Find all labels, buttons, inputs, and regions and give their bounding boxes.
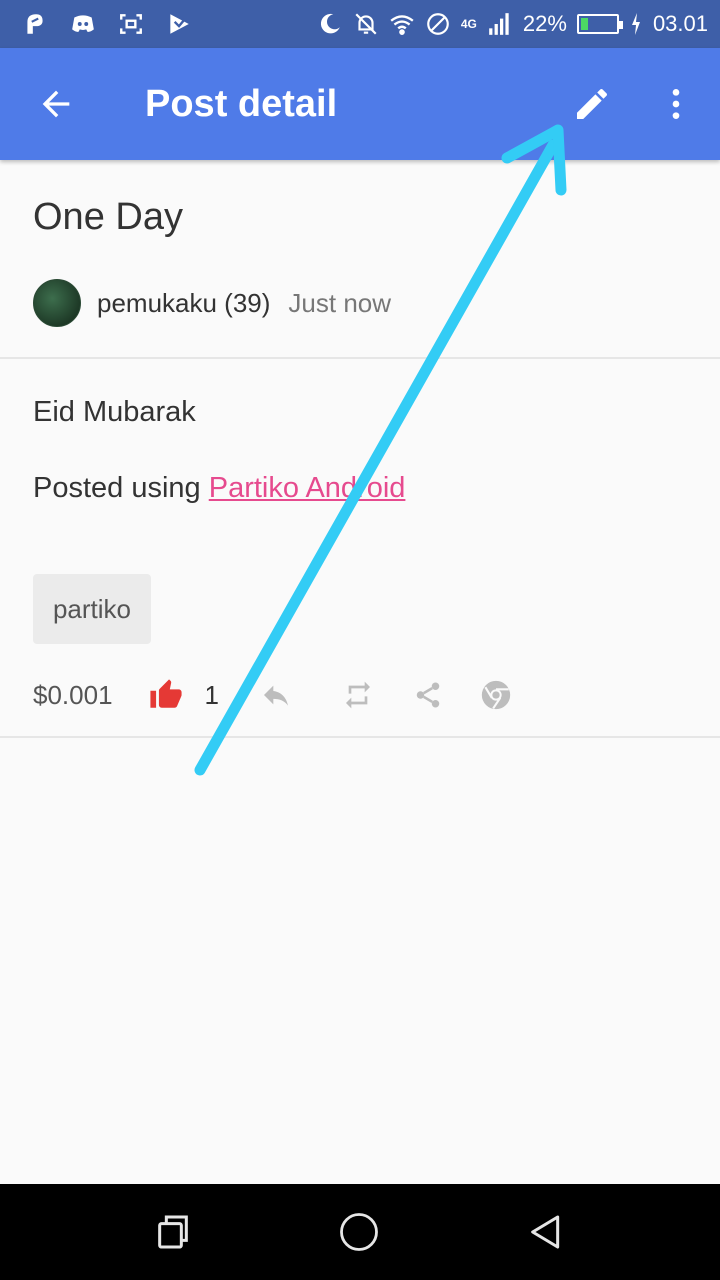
post-title: One Day [33, 196, 183, 238]
home-button[interactable] [327, 1200, 391, 1264]
pencil-icon [577, 88, 608, 119]
thumb-up-icon [149, 679, 182, 708]
share-button[interactable] [411, 678, 445, 712]
divider [0, 357, 720, 359]
page-title: Post detail [145, 82, 338, 125]
night-mode-icon [317, 11, 343, 37]
home-icon [340, 1213, 378, 1251]
back-triangle-icon [531, 1215, 560, 1249]
post-time: Just now [288, 287, 392, 318]
status-bar: 4G 22% 03.01 [0, 0, 720, 48]
network-type: 4G [460, 17, 477, 31]
resteem-button[interactable] [341, 678, 375, 712]
share-icon [416, 682, 440, 708]
recent-apps-button[interactable] [141, 1200, 205, 1264]
discord-icon [70, 11, 96, 37]
charging-icon [629, 11, 643, 37]
battery-icon [576, 14, 623, 34]
more-options-button[interactable] [648, 76, 704, 132]
battery-fill [580, 18, 589, 30]
author-name[interactable]: pemukaku (39) [97, 288, 270, 319]
post-body: Eid Mubarak [33, 396, 196, 428]
more-vert-icon [672, 89, 680, 119]
open-in-browser-button[interactable] [479, 678, 513, 712]
payout-value[interactable]: $0.001 [33, 680, 113, 711]
clock: 03.01 [652, 11, 708, 36]
reply-button[interactable] [259, 678, 293, 712]
repeat-icon [346, 681, 370, 709]
battery-percent: 22% [522, 11, 567, 36]
wifi-icon [389, 11, 415, 37]
arrow-back-icon [42, 90, 70, 118]
avatar[interactable] [33, 279, 81, 327]
app-bar: Post detail [0, 48, 720, 160]
screenshot-icon [118, 11, 144, 37]
app-notification-icon [22, 11, 48, 37]
post-actions: $0.001 1 [33, 672, 513, 718]
back-button[interactable] [0, 48, 112, 160]
navigation-bar [0, 1184, 720, 1280]
signal-icon [487, 11, 513, 37]
do-not-disturb-icon [425, 11, 451, 37]
play-store-icon [166, 11, 192, 37]
like-count: 1 [204, 679, 219, 710]
author-row: pemukaku (39) Just now [33, 278, 391, 328]
back-nav-button[interactable] [514, 1200, 578, 1264]
mute-icon [353, 11, 379, 37]
posted-using-prefix: Posted using [33, 472, 209, 504]
chrome-icon [481, 680, 511, 710]
tag-chip[interactable]: partiko [33, 574, 151, 644]
recent-apps-icon [158, 1215, 188, 1249]
posted-using: Posted using Partiko Android [33, 472, 405, 505]
edit-button[interactable] [560, 76, 624, 132]
partiko-android-link[interactable]: Partiko Android [209, 472, 406, 504]
upvote-button[interactable] [149, 678, 183, 712]
divider [0, 736, 720, 738]
reply-icon [264, 685, 288, 706]
